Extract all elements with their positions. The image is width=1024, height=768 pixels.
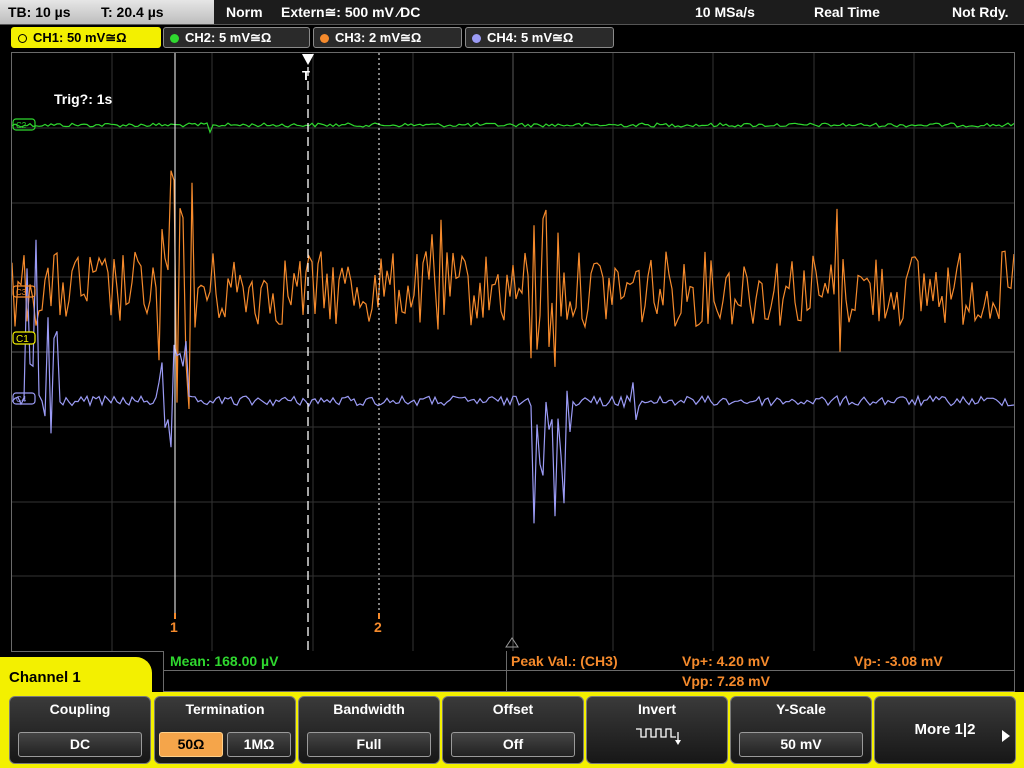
- termination-softkey[interactable]: Termination 50Ω 1MΩ: [154, 696, 296, 764]
- softkey-bar: Coupling DC Termination 50Ω 1MΩ Bandwidt…: [0, 692, 1024, 768]
- cursor-1-label[interactable]: 1: [170, 619, 178, 635]
- invert-waveform-icon: [636, 728, 681, 745]
- vp-plus-measurement: Vp+: 4.20 mV: [682, 653, 770, 669]
- offset-softkey[interactable]: Offset Off: [442, 696, 584, 764]
- tab-ch3-label: CH3: 2 mV≅Ω: [335, 30, 422, 45]
- channel-tabs: CH1: 50 mV≅Ω CH2: 5 mV≅Ω CH3: 2 mV≅Ω CH4…: [0, 25, 1024, 49]
- trigger-mode[interactable]: Norm: [226, 0, 263, 24]
- peak-value-title: Peak Val.: (CH3): [511, 653, 618, 669]
- status-readout: Not Rdy.: [952, 4, 1009, 20]
- termination-title: Termination: [185, 701, 265, 717]
- timebase-readout: TB: 10 µs: [8, 4, 71, 20]
- acquisition-mode: Real Time: [814, 4, 880, 20]
- ch3-marker-label: C3: [16, 288, 27, 297]
- ch4-level-marker: C4: [12, 392, 36, 405]
- offset-title: Offset: [492, 701, 534, 717]
- trigger-marker: T: [302, 68, 310, 83]
- chevron-right-icon: [1002, 730, 1010, 742]
- tab-ch4[interactable]: CH4: 5 mV≅Ω: [465, 27, 614, 48]
- graticule-grid: [12, 53, 1014, 651]
- waveform-display[interactable]: T C2 C3 C1 C4 Trig?: 1s 1 2: [11, 52, 1015, 652]
- yscale-softkey[interactable]: Y-Scale 50 mV: [730, 696, 872, 764]
- cursor-2-label[interactable]: 2: [374, 619, 382, 635]
- status-bar: TB: 10 µs T: 20.4 µs Norm Extern≅: 500 m…: [0, 0, 1024, 25]
- vp-minus-measurement: Vp-: -3.08 mV: [854, 653, 943, 669]
- tab-ch2-label: CH2: 5 mV≅Ω: [185, 30, 272, 45]
- termination-50ohm-option[interactable]: 50Ω: [159, 732, 223, 757]
- coupling-value[interactable]: DC: [18, 732, 142, 757]
- bandwidth-title: Bandwidth: [333, 701, 405, 717]
- yscale-value[interactable]: 50 mV: [739, 732, 863, 757]
- tab-ch3[interactable]: CH3: 2 mV≅Ω: [313, 27, 462, 48]
- tab-ch4-label: CH4: 5 mV≅Ω: [487, 30, 574, 45]
- ch1-marker-label: C1: [16, 334, 29, 345]
- tab-ch1-label: CH1: 50 mV≅Ω: [33, 30, 127, 45]
- ch1-level-marker: C1: [12, 331, 36, 345]
- more-softkey[interactable]: More 1|2: [874, 696, 1016, 764]
- menu-title-text: Channel 1: [9, 669, 81, 686]
- vpp-measurement: Vpp: 7.28 mV: [682, 673, 770, 689]
- yscale-title: Y-Scale: [776, 701, 826, 717]
- trigger-info: Trig?: 1s: [54, 91, 113, 107]
- bandwidth-value[interactable]: Full: [307, 732, 431, 757]
- ch4-indicator-icon: [472, 34, 481, 43]
- ch2-indicator-icon: [170, 34, 179, 43]
- more-label: More 1|2: [914, 721, 976, 738]
- invert-softkey[interactable]: Invert: [586, 696, 728, 764]
- trigger-arrow-icon: [302, 54, 314, 65]
- coupling-softkey[interactable]: Coupling DC: [9, 696, 151, 764]
- termination-1mohm-option[interactable]: 1MΩ: [227, 732, 291, 757]
- tab-ch1[interactable]: CH1: 50 mV≅Ω: [11, 27, 161, 48]
- timebase-box[interactable]: TB: 10 µs T: 20.4 µs: [0, 0, 214, 24]
- mean-measurement: Mean: 168.00 µV: [170, 653, 279, 669]
- sample-rate: 10 MSa/s: [695, 4, 755, 20]
- ch2-marker-label: C2: [16, 121, 27, 130]
- offset-value[interactable]: Off: [451, 732, 575, 757]
- bandwidth-softkey[interactable]: Bandwidth Full: [298, 696, 440, 764]
- coupling-title: Coupling: [49, 701, 111, 717]
- tab-ch2[interactable]: CH2: 5 mV≅Ω: [163, 27, 310, 48]
- waveform-canvas: T C2 C3 C1 C4: [12, 53, 1014, 651]
- ch4-marker-label: C4: [16, 395, 27, 404]
- trigger-source[interactable]: Extern≅: 500 mV ⁄DC: [281, 0, 420, 24]
- invert-title: Invert: [637, 701, 677, 717]
- horizontal-position-icon: [505, 637, 519, 648]
- trigger-time-readout: T: 20.4 µs: [101, 4, 164, 20]
- ch1-indicator-icon: [18, 34, 27, 43]
- measurement-panel: Mean: 168.00 µV Peak Val.: (CH3) Vp+: 4.…: [163, 651, 1015, 692]
- ch3-indicator-icon: [320, 34, 329, 43]
